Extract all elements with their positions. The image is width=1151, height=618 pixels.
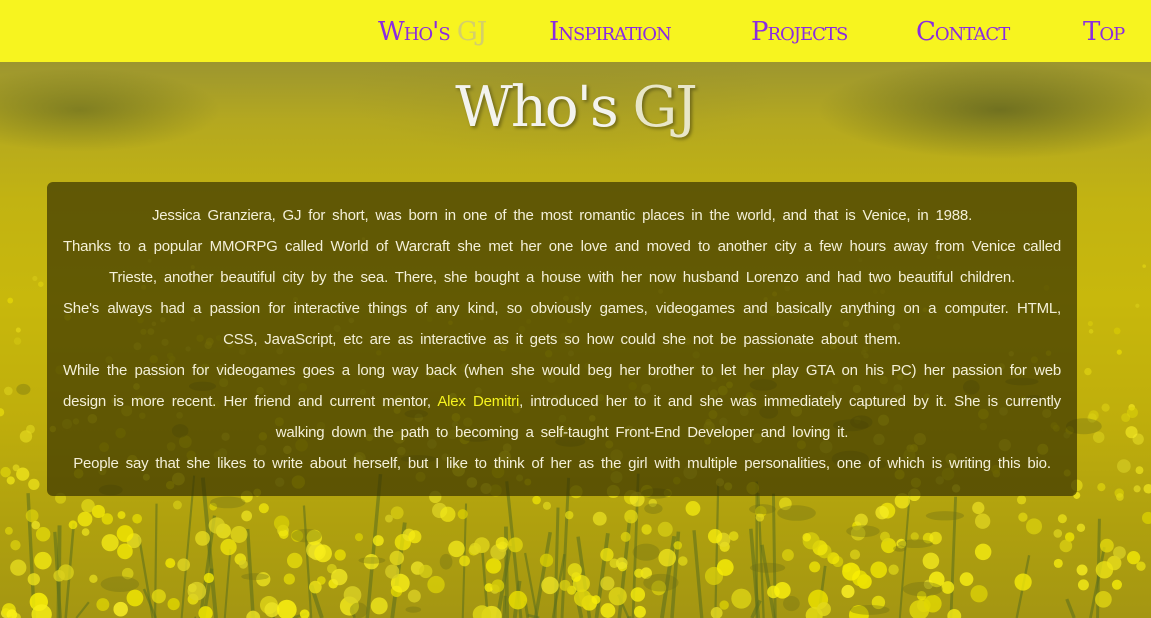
nav-link-whos-gj-accent: GJ	[456, 17, 487, 47]
nav-link-top[interactable]: Top	[1083, 12, 1125, 52]
nav-link-inspiration[interactable]: Inspiration	[549, 12, 672, 52]
bio-paragraph-4: While the passion for videogames goes a …	[63, 355, 1061, 448]
bio-paragraph-1: Jessica Granziera, GJ for short, was bor…	[151, 207, 973, 224]
nav-link-projects[interactable]: Projects	[751, 12, 848, 52]
top-navbar: Who's GJ Inspiration Projects Contact To…	[0, 0, 1151, 62]
page-title-accent: GJ	[632, 75, 698, 140]
nav-link-whos-gj-label: Who's	[378, 17, 457, 47]
bio-panel: Jessica Granziera, GJ for short, was bor…	[47, 182, 1077, 496]
bio-paragraph-3: She's always had a passion for interacti…	[63, 300, 1061, 348]
bio-paragraph-2: Thanks to a popular MMORPG called World …	[63, 238, 1061, 286]
page-title-main: Who's	[455, 75, 633, 140]
bio-paragraph-5: People say that she likes to write about…	[73, 455, 1051, 472]
nav-link-whos-gj[interactable]: Who's GJ	[378, 12, 487, 52]
mentor-link-alex-demitri[interactable]: Alex Demitri	[437, 393, 519, 410]
page-title: Who's GJ	[0, 70, 1151, 146]
nav-link-contact[interactable]: Contact	[916, 12, 1010, 52]
